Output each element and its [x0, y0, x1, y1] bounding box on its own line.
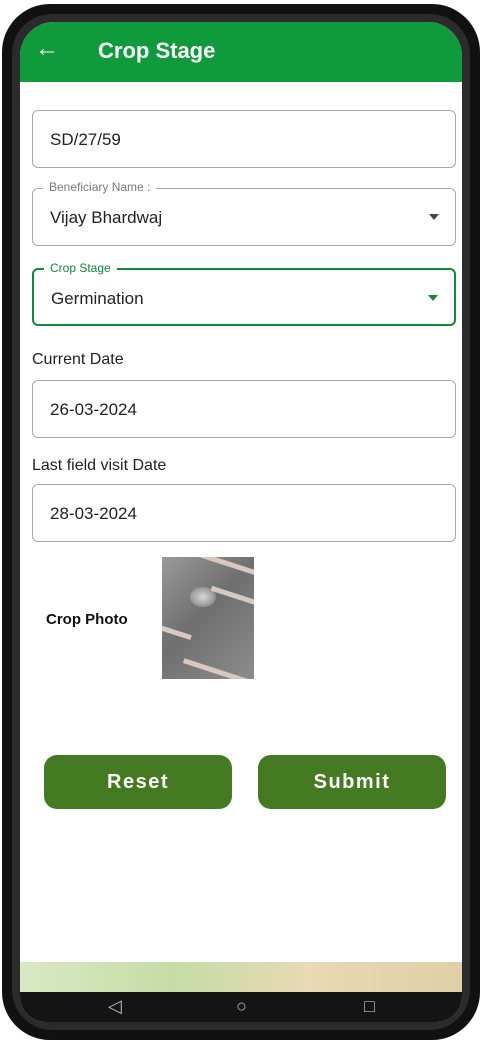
phone-frame: ← Crop Stage SD/27/59 Beneficiary Name :… — [2, 4, 480, 1040]
dropdown-arrow-icon — [428, 295, 438, 301]
crop-stage-dropdown[interactable]: Crop Stage Germination — [32, 261, 456, 326]
id-field[interactable]: SD/27/59 — [32, 110, 456, 168]
back-arrow-icon[interactable]: ← — [30, 34, 64, 66]
nav-back-icon[interactable]: ◁ — [108, 996, 122, 1017]
submit-button[interactable]: Submit — [258, 755, 446, 809]
last-visit-date-label: Last field visit Date — [32, 457, 167, 474]
phone-bezel: ← Crop Stage SD/27/59 Beneficiary Name :… — [12, 14, 470, 1030]
last-visit-date-value: 28-03-2024 — [50, 504, 137, 523]
current-date-field[interactable]: 26-03-2024 — [32, 380, 456, 438]
page-title: Crop Stage — [98, 38, 216, 63]
current-date-value: 26-03-2024 — [50, 400, 137, 419]
beneficiary-label: Beneficiary Name : — [43, 180, 157, 194]
app-bar: ← Crop Stage — [20, 22, 462, 82]
nav-recents-icon[interactable]: □ — [364, 996, 375, 1017]
beneficiary-value: Vijay Bhardwaj — [50, 208, 163, 227]
last-visit-date-field[interactable]: 28-03-2024 — [32, 484, 456, 542]
beneficiary-dropdown[interactable]: Beneficiary Name : Vijay Bhardwaj — [32, 180, 456, 246]
dropdown-arrow-icon — [429, 214, 439, 220]
crop-background-strip — [20, 962, 462, 992]
crop-photo-thumbnail[interactable] — [162, 557, 254, 679]
crop-photo-label: Crop Photo — [46, 611, 128, 628]
app-screen: ← Crop Stage SD/27/59 Beneficiary Name :… — [20, 22, 462, 1022]
crop-stage-value: Germination — [51, 289, 144, 308]
crop-stage-label: Crop Stage — [44, 261, 117, 275]
id-value: SD/27/59 — [50, 130, 121, 149]
reset-button[interactable]: Reset — [44, 755, 232, 809]
current-date-label: Current Date — [32, 351, 124, 368]
system-nav-bar: ◁ ○ □ — [20, 992, 462, 1022]
nav-home-icon[interactable]: ○ — [236, 996, 247, 1017]
